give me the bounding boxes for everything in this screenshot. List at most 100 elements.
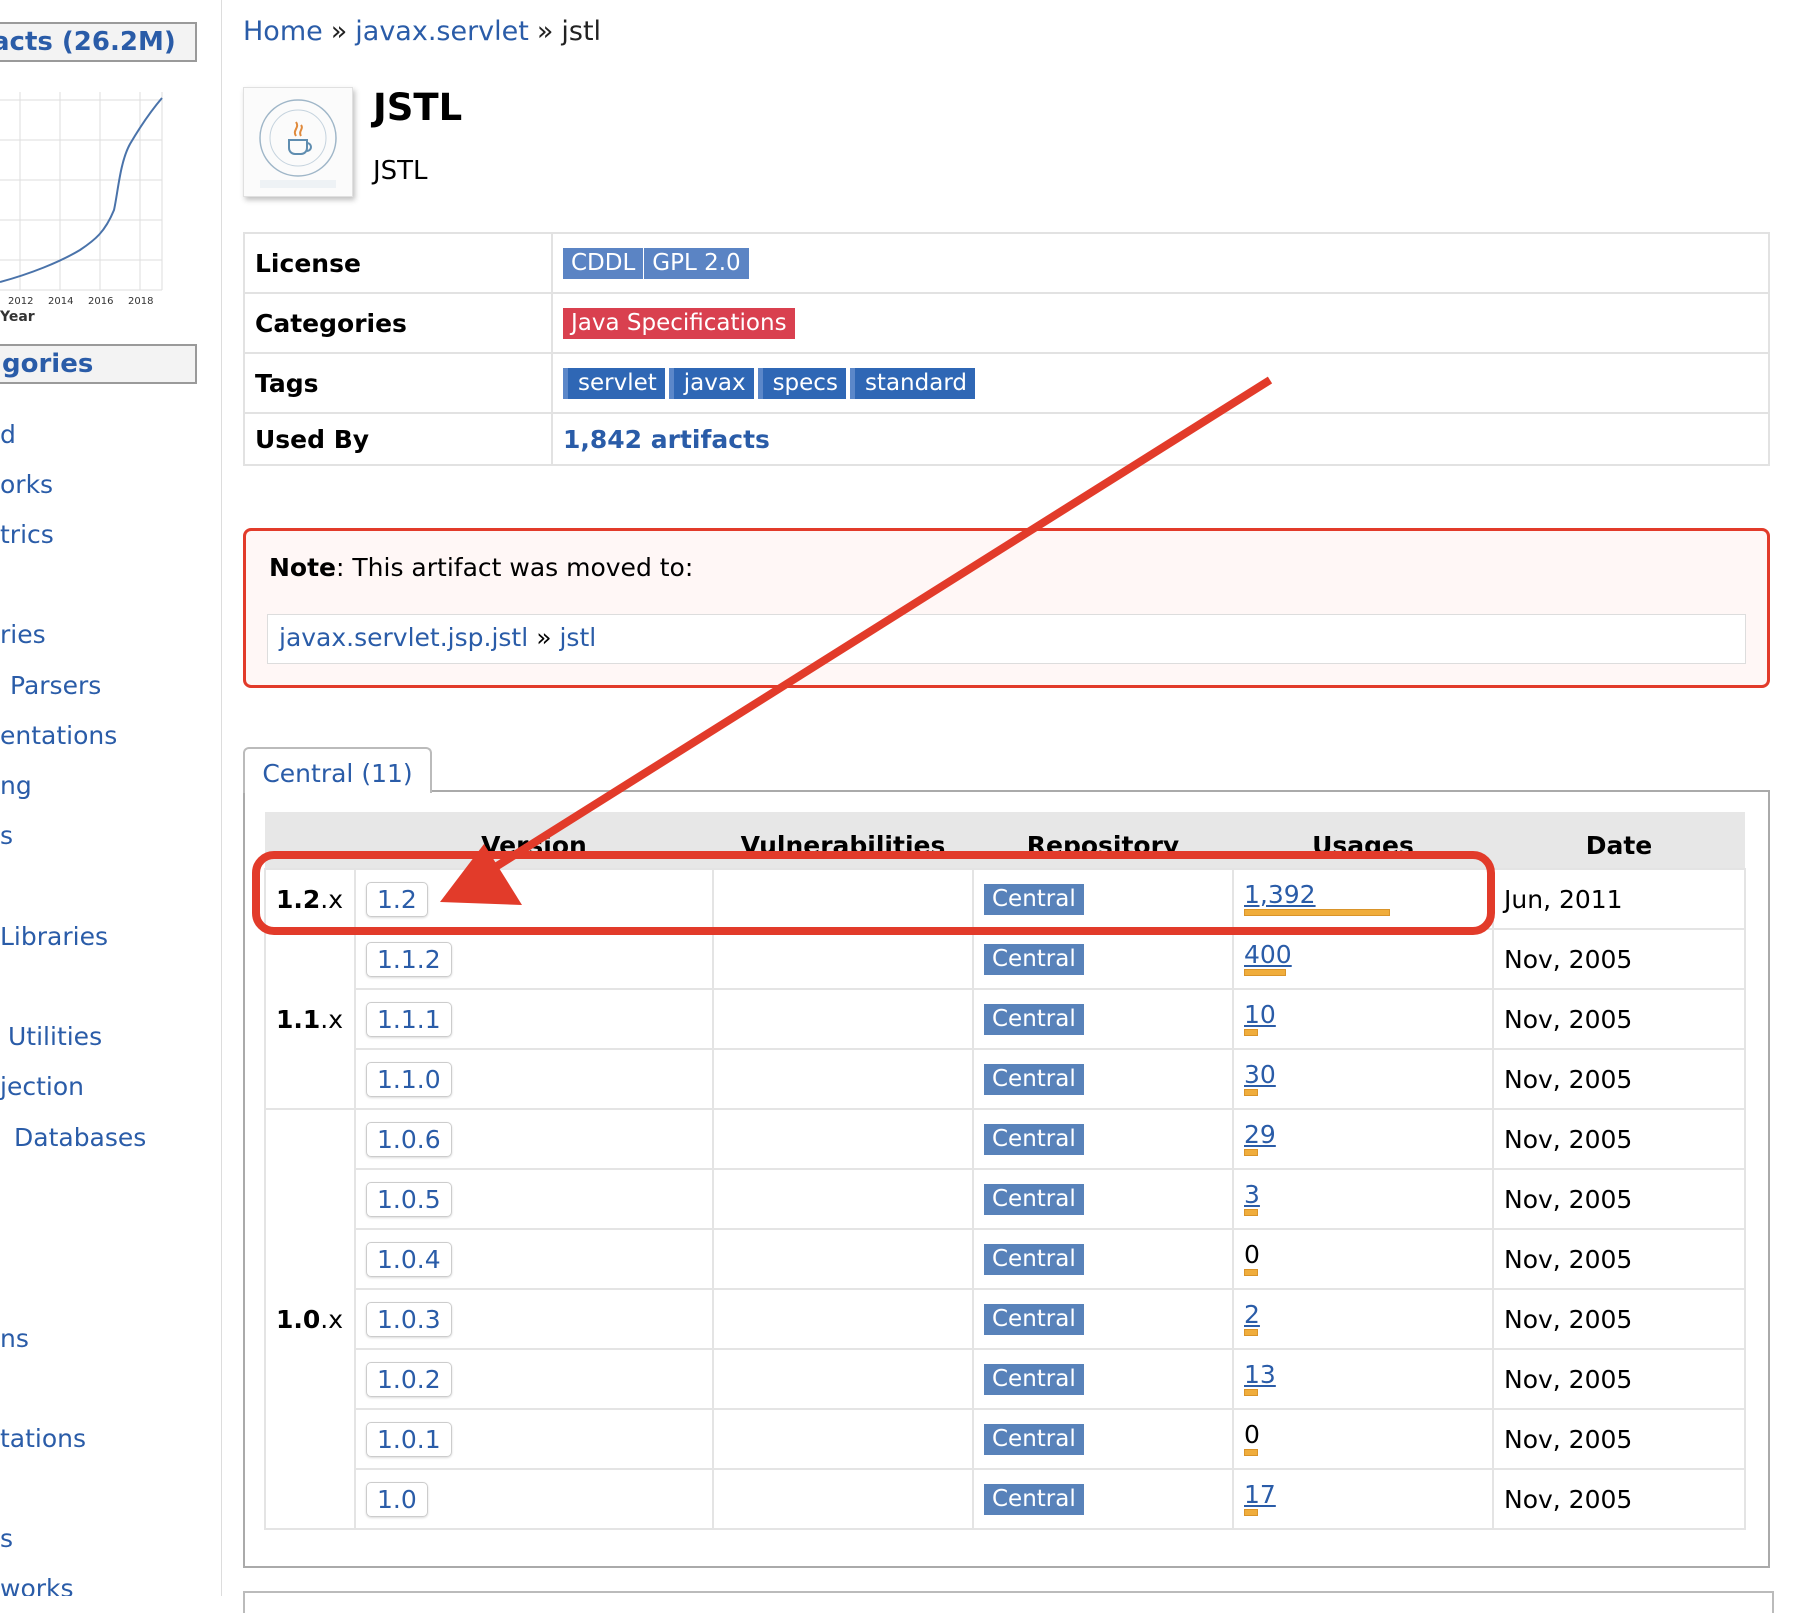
version-link[interactable]: 1.2 [366, 881, 428, 917]
usages-bar [1244, 1509, 1258, 1516]
usages-bar [1244, 1209, 1258, 1216]
vulnerabilities-cell [712, 1468, 974, 1530]
release-date: Jun, 2011 [1504, 884, 1623, 914]
x-axis-label: Year [0, 309, 35, 325]
repository-badge[interactable]: Central [984, 1304, 1084, 1335]
usages-bar [1244, 1269, 1258, 1276]
breadcrumb-current: jstl [561, 16, 602, 47]
version-group-major: 1.2 [276, 884, 321, 914]
sidebar-category-link[interactable]: d [0, 420, 16, 449]
tag-badge[interactable]: servlet [563, 368, 665, 399]
sidebar-category-link[interactable]: trics [0, 520, 54, 549]
release-date: Nov, 2005 [1504, 1424, 1633, 1454]
version-row: 1.0.3 Central 2 Nov, 2005 [265, 1288, 1746, 1350]
version-link[interactable]: 1.0.4 [366, 1241, 452, 1277]
sidebar-category-link[interactable]: ns [0, 1324, 29, 1353]
relocation-group-link[interactable]: javax.servlet.jsp.jstl [279, 623, 528, 652]
vulnerabilities-cell [712, 1168, 974, 1230]
usages-count[interactable]: 29 [1244, 1122, 1482, 1147]
repository-badge[interactable]: Central [984, 884, 1084, 915]
versions-header-row: Version Vulnerabilities Repository Usage… [265, 812, 1745, 870]
sidebar-category-link[interactable]: works [0, 1574, 74, 1596]
usages-count[interactable]: 30 [1244, 1062, 1482, 1087]
tag-badge[interactable]: javax [668, 368, 754, 399]
repository-badge[interactable]: Central [984, 1364, 1084, 1395]
usages-count[interactable]: 13 [1244, 1362, 1482, 1387]
version-group-suffix: .x [320, 1004, 344, 1034]
indexed-artifacts-heading[interactable]: acts (26.2M) [0, 22, 197, 62]
tab-central[interactable]: Central (11) [243, 747, 432, 793]
used-by-link[interactable]: 1,842 artifacts [563, 425, 770, 454]
vulnerabilities-cell [712, 928, 974, 990]
version-link[interactable]: 1.0.5 [366, 1181, 452, 1217]
license-values: CDDL GPL 2.0 [551, 232, 1770, 294]
license-badge[interactable]: GPL 2.0 [644, 248, 749, 279]
vulnerabilities-cell [712, 988, 974, 1050]
note-message: : This artifact was moved to: [336, 553, 694, 582]
version-row: 1.2.x 1.2 Central 1,392 Jun, 2011 [264, 868, 1746, 930]
versions-table-body: 1.2.x 1.2 Central 1,392 Jun, 2011 1.1.x 1.1.2 C… [264, 868, 1746, 1530]
usages-count: 0 [1244, 1240, 1260, 1269]
version-row: 1.1.0 Central 30 Nov, 2005 [265, 1048, 1746, 1110]
repository-badge[interactable]: Central [984, 1244, 1084, 1275]
repository-badge[interactable]: Central [984, 944, 1084, 975]
sidebar-category-link[interactable]: Parsers [10, 671, 101, 700]
license-badge[interactable]: CDDL [563, 248, 644, 279]
version-link[interactable]: 1.0.6 [366, 1121, 452, 1157]
repository-badge[interactable]: Central [984, 1124, 1084, 1155]
sidebar-category-link[interactable]: Databases [14, 1123, 146, 1152]
repository-badge[interactable]: Central [984, 1484, 1084, 1515]
release-date: Nov, 2005 [1504, 1004, 1633, 1034]
sidebar-category-link[interactable]: Libraries [0, 922, 108, 951]
relocation-separator: » [536, 623, 552, 652]
sidebar-category-link[interactable]: s [0, 821, 13, 850]
usages-count[interactable]: 1,392 [1244, 882, 1482, 907]
growth-line [0, 97, 163, 283]
sidebar-category-link[interactable]: s [0, 1524, 13, 1553]
repository-badge[interactable]: Central [984, 1184, 1084, 1215]
sidebar-category-link[interactable]: tations [0, 1424, 86, 1453]
tag-badge[interactable]: specs [757, 368, 846, 399]
version-link[interactable]: 1.0.2 [366, 1361, 452, 1397]
license-row: License CDDL GPL 2.0 [243, 232, 1770, 294]
repository-badge[interactable]: Central [984, 1004, 1084, 1035]
repository-badge[interactable]: Central [984, 1424, 1084, 1455]
sidebar-category-link[interactable]: ries [0, 620, 46, 649]
moved-artifact-note: Note: This artifact was moved to: javax.… [243, 528, 1770, 688]
sidebar-category-link[interactable]: entations [0, 721, 117, 750]
usages-count[interactable]: 400 [1244, 942, 1482, 967]
relocation-artifact-link[interactable]: jstl [559, 623, 596, 652]
version-link[interactable]: 1.1.1 [366, 1001, 452, 1037]
usages-count[interactable]: 3 [1244, 1182, 1482, 1207]
usages-bar [1244, 1449, 1258, 1456]
categories-heading[interactable]: gories [0, 344, 197, 384]
version-link[interactable]: 1.0.3 [366, 1301, 452, 1337]
version-link[interactable]: 1.1.2 [366, 941, 452, 977]
release-date: Nov, 2005 [1504, 1484, 1633, 1514]
version-link[interactable]: 1.0.1 [366, 1421, 452, 1457]
breadcrumb: Home» javax.servlet» jstl [243, 16, 601, 47]
tag-badge[interactable]: standard [849, 368, 975, 399]
vulnerabilities-cell [712, 1348, 974, 1410]
usages-count[interactable]: 17 [1244, 1482, 1482, 1507]
version-link[interactable]: 1.0 [366, 1481, 428, 1517]
sidebar-category-link[interactable]: Utilities [8, 1022, 102, 1051]
release-date: Nov, 2005 [1504, 1304, 1633, 1334]
usages-count[interactable]: 2 [1244, 1302, 1482, 1327]
usages-count[interactable]: 10 [1244, 1002, 1482, 1027]
repository-badge[interactable]: Central [984, 1064, 1084, 1095]
version-link[interactable]: 1.1.0 [366, 1061, 452, 1097]
category-badge[interactable]: Java Specifications [563, 308, 795, 339]
sidebar-category-link[interactable]: ng [0, 771, 32, 800]
breadcrumb-group[interactable]: javax.servlet [355, 16, 529, 47]
version-column-header: Version [355, 812, 713, 870]
versions-table: Version Vulnerabilities Repository Usage… [264, 812, 1746, 1530]
sidebar-category-link[interactable]: orks [0, 470, 53, 499]
version-row: 1.0 Central 17 Nov, 2005 [265, 1468, 1746, 1530]
breadcrumb-home[interactable]: Home [243, 16, 323, 47]
license-label: License [243, 232, 553, 294]
usages-count: 0 [1244, 1420, 1260, 1449]
version-group-suffix: .x [320, 884, 344, 914]
sidebar-category-link[interactable]: jection [0, 1072, 84, 1101]
usages-bar [1244, 1389, 1258, 1396]
